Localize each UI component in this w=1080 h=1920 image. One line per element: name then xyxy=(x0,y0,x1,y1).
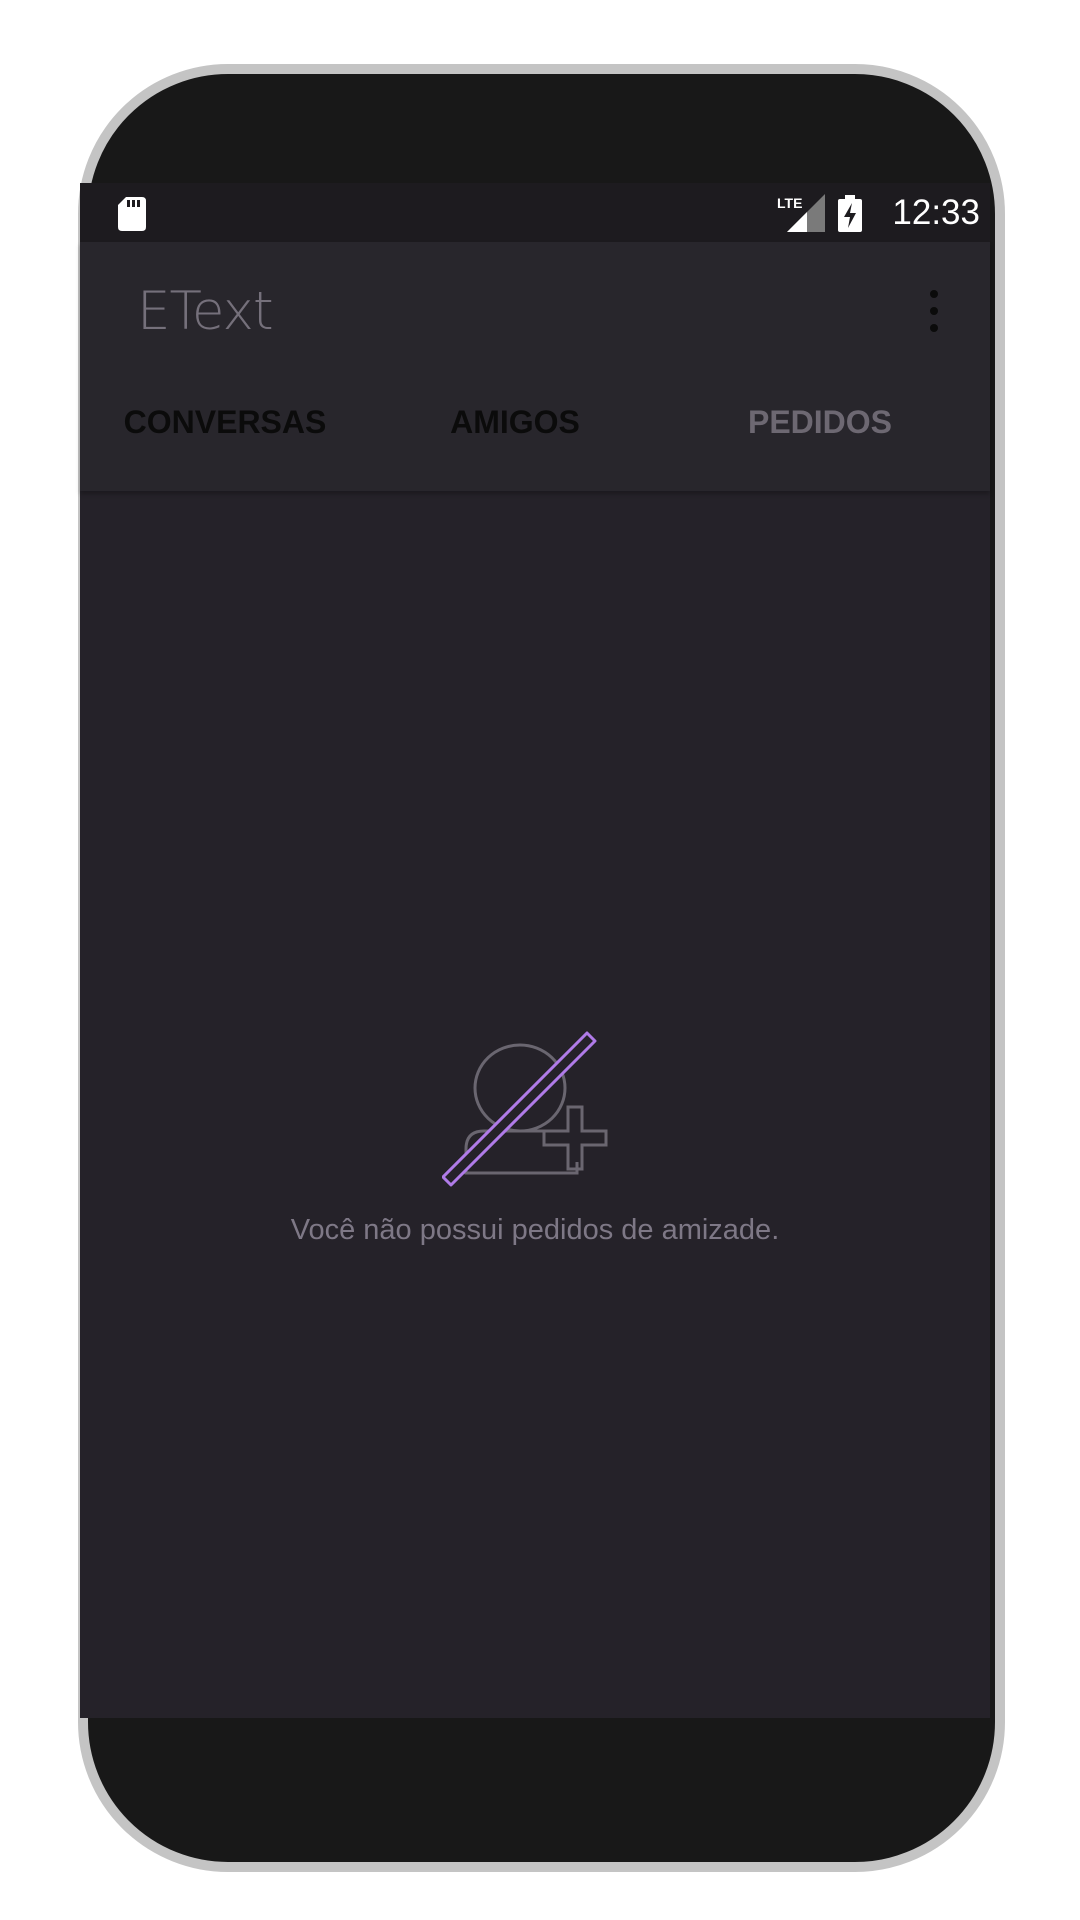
empty-state-message: Você não possui pedidos de amizade. xyxy=(290,1214,780,1246)
app-bar: EText CONVERSAS AMIGOS PEDIDOS xyxy=(80,242,990,491)
lte-label: LTE xyxy=(777,195,802,211)
lte-signal-icon: LTE xyxy=(777,194,825,232)
sd-card-icon xyxy=(118,197,146,231)
status-bar: LTE 12:33 xyxy=(80,183,990,242)
app-title: EText xyxy=(137,281,274,342)
tab-amigos[interactable]: AMIGOS xyxy=(435,397,595,447)
status-clock: 12:33 xyxy=(892,193,980,232)
tab-pedidos[interactable]: PEDIDOS xyxy=(740,397,900,447)
battery-charging-icon xyxy=(838,195,862,232)
app-screen: LTE 12:33 EText CONVERSAS AMIGOS PEDIDOS xyxy=(80,183,990,1718)
tab-bar: CONVERSAS AMIGOS PEDIDOS xyxy=(80,367,990,491)
more-vert-icon[interactable] xyxy=(922,288,946,334)
tab-conversas[interactable]: CONVERSAS xyxy=(115,397,335,447)
no-friend-requests-icon xyxy=(442,1031,608,1187)
